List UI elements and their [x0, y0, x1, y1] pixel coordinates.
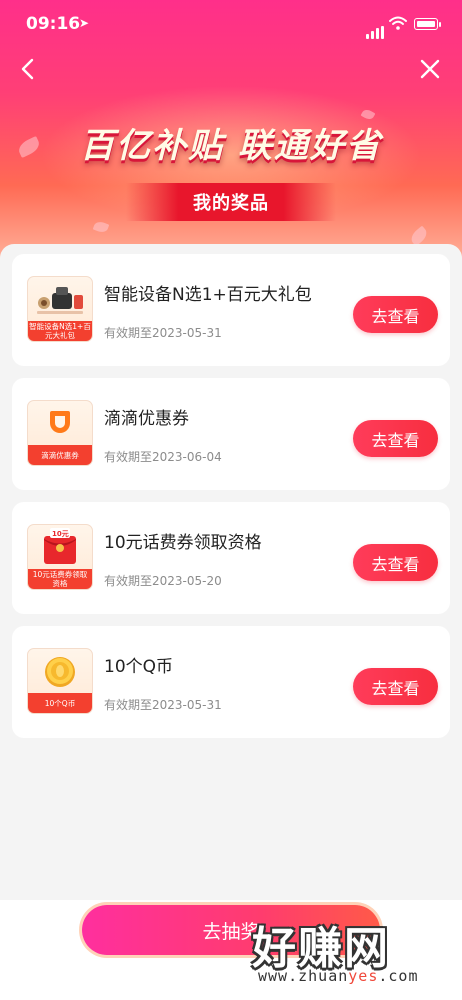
cellular-signal-icon: [366, 20, 386, 39]
thumbnail-label: 10元话费券领取资格: [28, 569, 92, 589]
prize-thumbnail: 智能设备N选1+百元大礼包: [27, 276, 93, 342]
petal-decoration: [92, 219, 110, 235]
prize-thumbnail: 10个Q币: [27, 648, 93, 714]
thumbnail-label: 滴滴优惠券: [28, 445, 92, 465]
prize-title: 10个Q币: [104, 657, 174, 677]
watermark-url-prefix: www.zhuan: [258, 967, 349, 985]
gold-coin-icon: [28, 649, 92, 693]
thumbnail-label: 10个Q币: [28, 693, 92, 713]
view-prize-button[interactable]: 去查看: [353, 420, 438, 457]
view-prize-button[interactable]: 去查看: [353, 544, 438, 581]
my-prizes-ribbon: 我的奖品: [126, 183, 336, 221]
watermark: 好赚网 www.zhuanyes.com: [252, 912, 447, 992]
prize-expiry: 有效期至2023-05-31: [104, 326, 222, 340]
thumbnail-label: 智能设备N选1+百元大礼包: [28, 321, 92, 341]
prize-expiry: 有效期至2023-05-20: [104, 574, 222, 588]
prize-card: 智能设备N选1+百元大礼包 智能设备N选1+百元大礼包 有效期至2023-05-…: [12, 254, 450, 366]
close-icon[interactable]: [418, 57, 442, 81]
prize-card: 滴滴优惠券 滴滴优惠券 有效期至2023-06-04 去查看: [12, 378, 450, 490]
status-bar: 09:16 ➤: [0, 0, 462, 52]
prize-expiry: 有效期至2023-06-04: [104, 450, 222, 464]
prize-title: 滴滴优惠券: [104, 409, 189, 429]
thumbnail-badge: 10元: [52, 530, 69, 538]
status-time: 09:16: [26, 14, 81, 34]
watermark-url-suffix: .com: [378, 967, 419, 985]
banner-title: 百亿补贴 联通好省: [80, 126, 382, 166]
back-arrow-icon[interactable]: [16, 56, 42, 82]
view-prize-button[interactable]: 去查看: [353, 296, 438, 333]
prize-card: 10个Q币 10个Q币 有效期至2023-05-31 去查看: [12, 626, 450, 738]
prize-expiry: 有效期至2023-05-31: [104, 698, 222, 712]
prize-card: 10元 10元话费券领取资格 10元话费券领取资格 有效期至2023-05-20…: [12, 502, 450, 614]
gift-devices-icon: [28, 277, 92, 321]
prize-thumbnail: 10元 10元话费券领取资格: [27, 524, 93, 590]
wifi-icon: [389, 16, 407, 30]
location-arrow-icon: ➤: [79, 16, 90, 30]
prize-title: 10元话费券领取资格: [104, 533, 262, 553]
watermark-url: www.zhuanyes.com: [258, 967, 419, 985]
view-prize-button[interactable]: 去查看: [353, 668, 438, 705]
my-prizes-label: 我的奖品: [193, 193, 269, 214]
battery-icon: [414, 18, 441, 30]
prize-thumbnail: 滴滴优惠券: [27, 400, 93, 466]
didi-logo-icon: [28, 401, 92, 445]
red-envelope-icon: 10元: [28, 525, 92, 569]
prize-title: 智能设备N选1+百元大礼包: [104, 285, 312, 305]
watermark-url-highlight: yes: [348, 967, 379, 985]
